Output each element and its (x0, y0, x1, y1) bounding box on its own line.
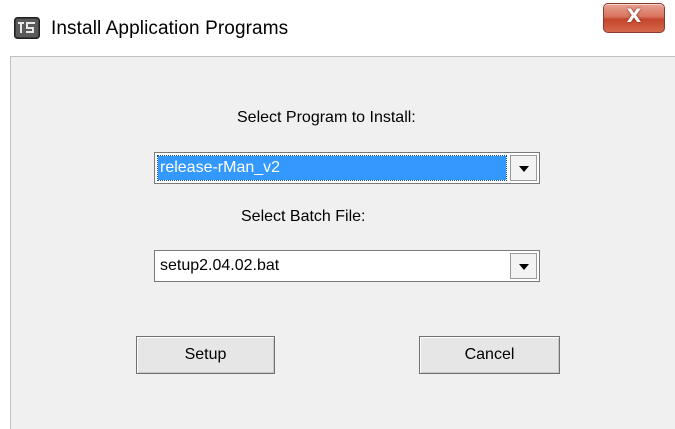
close-icon: X (626, 5, 642, 27)
install-dialog-window: Install Application Programs X Select Pr… (0, 0, 675, 429)
close-button[interactable]: X (603, 3, 665, 33)
dialog-body: Select Program to Install: release-rMan_… (10, 56, 675, 429)
chevron-down-icon[interactable] (510, 253, 537, 279)
program-select-value[interactable]: release-rMan_v2 (157, 155, 507, 181)
program-select[interactable]: release-rMan_v2 (154, 152, 540, 184)
title-bar[interactable]: Install Application Programs X (0, 0, 675, 56)
chevron-down-icon[interactable] (510, 155, 537, 181)
cancel-button[interactable]: Cancel (419, 336, 560, 374)
batch-file-select-value[interactable]: setup2.04.02.bat (158, 254, 506, 278)
setup-button[interactable]: Setup (136, 336, 275, 374)
batch-file-select[interactable]: setup2.04.02.bat (154, 250, 540, 282)
batch-file-select-label: Select Batch File: (241, 208, 366, 225)
program-select-label: Select Program to Install: (237, 109, 416, 126)
install-app-icon (14, 17, 40, 39)
window-title: Install Application Programs (51, 18, 289, 39)
